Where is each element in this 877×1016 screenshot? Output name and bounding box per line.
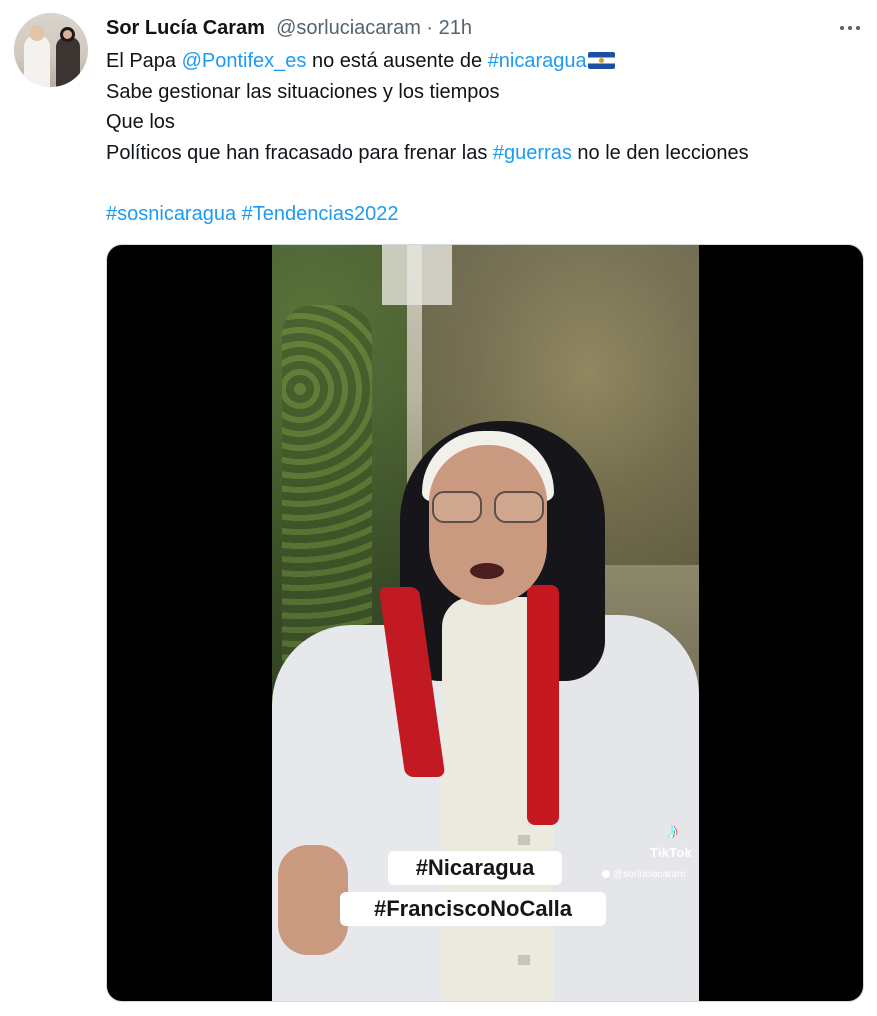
tiktok-username: @sorluciacaram: [602, 869, 685, 880]
video-caption-line-2: #FranciscoNoCalla: [340, 892, 606, 926]
hashtag-link[interactable]: #sosnicaragua: [106, 203, 236, 225]
author-avatar[interactable]: [14, 13, 88, 87]
hand: [278, 845, 348, 955]
tiktok-username-text: @sorluciacaram: [613, 869, 686, 880]
tiktok-note-glyph: ♪: [667, 818, 679, 843]
header-separator: ·: [420, 17, 439, 39]
hashtag-link[interactable]: #Tendencias2022: [242, 203, 399, 225]
avatar-figure-right: [56, 37, 80, 87]
text-segment: Políticos que han fracasado para frenar …: [106, 141, 493, 164]
tiktok-watermark: ♪ TikTok: [644, 819, 698, 861]
tweet-video[interactable]: ♪ TikTok @sorluciacaram #Nicaragua #Fran…: [106, 244, 864, 1002]
tiktok-icon: ♪: [659, 819, 683, 843]
tweet-line-4: Políticos que han fracasado para frenar …: [106, 138, 846, 169]
more-horizontal-icon-dot: [840, 26, 844, 30]
author-handle[interactable]: @sorluciacaram: [271, 17, 421, 39]
tweet-line-1: El Papa @Pontifex_es no está ausente de …: [106, 46, 846, 77]
more-options-button[interactable]: [834, 16, 866, 40]
glasses: [432, 491, 546, 525]
video-frame: ♪ TikTok @sorluciacaram #Nicaragua #Fran…: [272, 245, 699, 1001]
nicaragua-flag-icon: [587, 52, 615, 69]
text-segment: no le den lecciones: [571, 141, 749, 164]
red-scarf-right: [527, 585, 559, 825]
mouth: [470, 563, 504, 579]
avatar-figure-left: [24, 35, 50, 87]
tiktok-brand-label: TikTok: [650, 845, 692, 860]
author-handle-text: @sorluciacaram: [276, 17, 421, 39]
cardigan-buttons: [518, 805, 530, 975]
text-segment: El Papa: [106, 50, 182, 72]
text-segment: no está ausente de: [306, 50, 488, 72]
hashtag-link[interactable]: #nicaragua: [488, 50, 587, 72]
nun-face: [429, 445, 547, 605]
tweet-header: Sor Lucía Caram @sorluciacaram · 21h: [106, 14, 472, 42]
sky-patch: [382, 245, 452, 305]
tweet-timestamp[interactable]: 21h: [439, 17, 472, 39]
video-caption-line-1: #Nicaragua: [388, 851, 562, 885]
author-name[interactable]: Sor Lucía Caram: [106, 17, 265, 39]
glasses-lens-right: [494, 491, 544, 523]
more-horizontal-icon-dot: [856, 26, 860, 30]
mention-link[interactable]: @Pontifex_es: [182, 50, 307, 72]
tweet-line-2: Sabe gestionar las situaciones y los tie…: [106, 80, 500, 103]
tweet-line-3: Que los: [106, 111, 175, 133]
avatar-head-right: [60, 27, 75, 42]
hashtag-link[interactable]: #guerras: [493, 142, 572, 164]
tweet-line-6: #sosnicaragua #Tendencias2022: [106, 199, 846, 230]
avatar-head-left: [29, 25, 45, 41]
glasses-lens-left: [432, 491, 482, 523]
more-horizontal-icon-dot: [848, 26, 852, 30]
tweet-text: El Papa @Pontifex_es no está ausente de …: [106, 46, 846, 229]
user-icon: [602, 870, 610, 878]
